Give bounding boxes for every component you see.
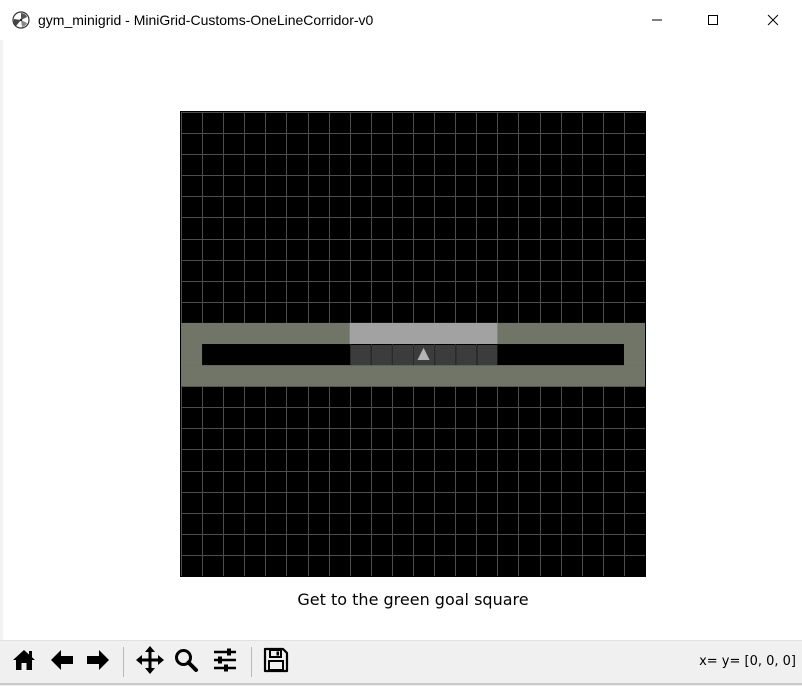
- subplots-button[interactable]: [209, 645, 241, 679]
- save-icon: [263, 647, 289, 678]
- back-arrow-icon: [49, 647, 75, 678]
- coordinate-readout: x= y= [0, 0, 0]: [699, 654, 796, 669]
- zoom-icon: [173, 647, 199, 678]
- home-button[interactable]: [8, 645, 40, 679]
- close-button[interactable]: [750, 0, 796, 40]
- wall-cell-left: [181, 344, 203, 366]
- title-bar[interactable]: gym_minigrid - MiniGrid-Customs-OneLineC…: [0, 0, 802, 40]
- subplots-config-icon: [211, 647, 239, 678]
- window-left-edge: [0, 40, 3, 640]
- toolbar-separator: [251, 647, 252, 677]
- app-window: gym_minigrid - MiniGrid-Customs-OneLineC…: [0, 0, 802, 686]
- forward-button[interactable]: [82, 645, 114, 679]
- wall-row-bottom: [181, 365, 645, 387]
- zoom-button[interactable]: [170, 645, 202, 679]
- visible-floor-cell: [435, 345, 456, 366]
- navigation-toolbar: x= y= [0, 0, 0]: [0, 640, 802, 686]
- toolbar-separator: [123, 647, 124, 677]
- window-title: gym_minigrid - MiniGrid-Customs-OneLineC…: [38, 12, 374, 28]
- home-icon: [11, 647, 37, 678]
- maximize-button[interactable]: [690, 0, 736, 40]
- visible-floor-cell: [456, 345, 477, 366]
- maximize-icon: [707, 14, 719, 26]
- minimize-icon: [651, 14, 663, 26]
- save-button[interactable]: [260, 645, 292, 679]
- mission-text: Get to the green goal square: [297, 590, 529, 609]
- visible-floor-cell: [477, 345, 498, 366]
- wall-cell-right: [623, 344, 645, 366]
- back-button[interactable]: [46, 645, 78, 679]
- visible-floor-cell: [350, 345, 371, 366]
- visible-floor-cell: [371, 345, 392, 366]
- visible-wall-highlight: [349, 322, 498, 344]
- minigrid-grid: [181, 112, 645, 576]
- minimize-button[interactable]: [634, 0, 680, 40]
- forward-arrow-icon: [85, 647, 111, 678]
- minigrid-render[interactable]: [180, 111, 646, 577]
- pan-button[interactable]: [134, 645, 166, 679]
- pan-icon: [136, 645, 164, 679]
- close-icon: [767, 14, 779, 26]
- visible-floor-cell: [392, 345, 413, 366]
- matplotlib-logo-icon: [12, 11, 30, 29]
